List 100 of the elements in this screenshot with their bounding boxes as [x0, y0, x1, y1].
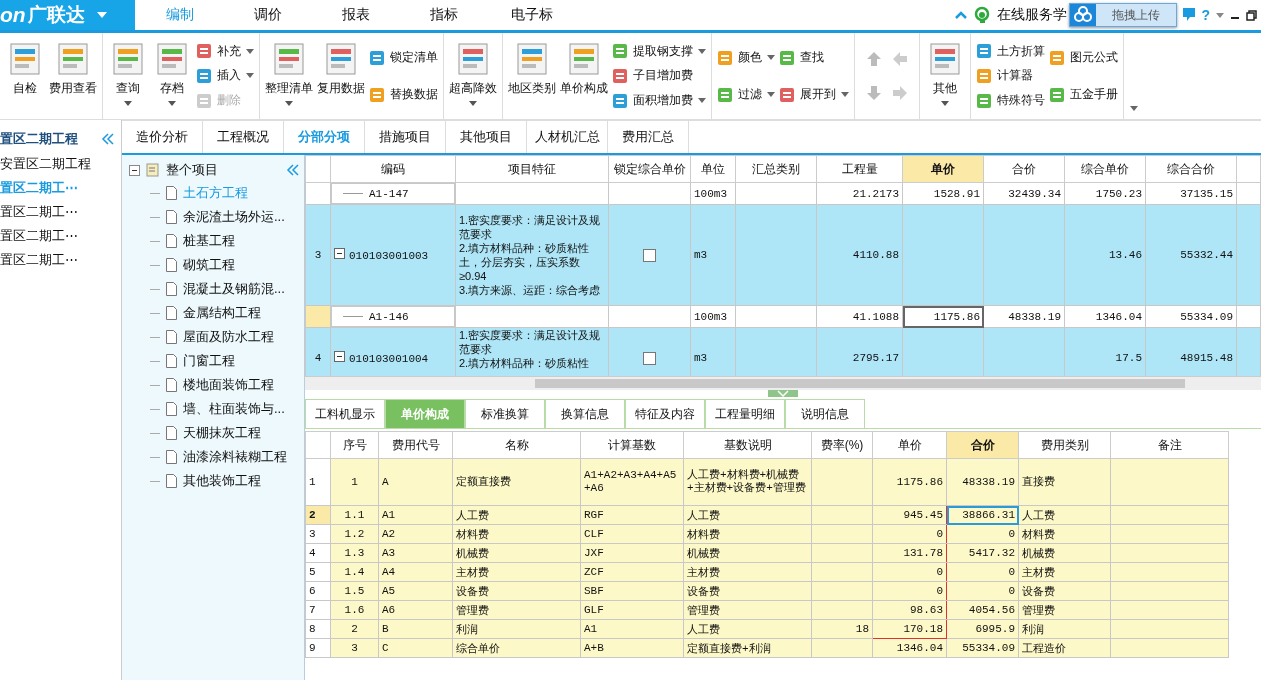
column-header[interactable]: 项目特征 [455, 155, 609, 183]
column-header[interactable]: 单价 [902, 155, 984, 183]
column-header[interactable]: 基数说明 [683, 431, 812, 459]
ribbon-button[interactable]: 补充 [196, 42, 254, 60]
project-item[interactable]: 置区二期工⋯ [0, 248, 121, 272]
chevron-up-icon[interactable] [955, 11, 968, 19]
tree-item[interactable]: 门窗工程 [183, 352, 235, 370]
column-header[interactable]: 序号 [330, 431, 379, 459]
ribbon-button[interactable]: 复用数据 [317, 37, 365, 115]
tab[interactable]: 标准换算 [465, 399, 545, 428]
ribbon-button[interactable]: 替换数据 [369, 86, 438, 103]
caret-icon[interactable] [841, 92, 849, 97]
project-item[interactable]: 置区二期工⋯ [0, 200, 121, 224]
ribbon-button[interactable]: 锁定清单 [369, 49, 438, 66]
tree-item[interactable]: 楼地面装饰工程 [183, 376, 274, 394]
caret-icon[interactable] [698, 48, 706, 54]
collapse-icon[interactable] [334, 248, 345, 259]
ribbon-button[interactable]: 颜色 [717, 49, 775, 66]
tree-item[interactable]: 油漆涂料裱糊工程 [183, 448, 287, 466]
tree-item[interactable]: 混凝土及钢筋混... [183, 280, 285, 298]
ribbon-button[interactable]: 单价构成 [560, 37, 608, 115]
scrollbar[interactable] [305, 376, 1261, 390]
column-header[interactable]: 单位 [690, 155, 736, 183]
ribbon-button[interactable]: 提取钢支撑 [612, 42, 706, 60]
checkbox[interactable] [643, 351, 656, 365]
caret-icon[interactable] [285, 101, 293, 106]
collapse-icon[interactable] [334, 351, 345, 362]
caret-icon[interactable] [1130, 106, 1138, 111]
ribbon-button[interactable]: 超高降效 [449, 37, 497, 115]
tree-item[interactable]: 桩基工程 [183, 232, 235, 250]
tab[interactable]: 工程量明细 [705, 399, 785, 428]
tab[interactable]: 说明信息 [785, 399, 865, 428]
caret-icon[interactable] [1216, 12, 1224, 18]
tree-item[interactable]: 其他装饰工程 [183, 472, 261, 490]
collapse-icon[interactable] [129, 164, 140, 176]
ribbon-button[interactable]: 过滤 [717, 86, 775, 103]
tree-item[interactable]: 金属结构工程 [183, 304, 261, 322]
tree-item[interactable]: 屋面及防水工程 [183, 328, 274, 346]
column-header[interactable]: 计算基数 [580, 431, 684, 459]
caret-icon[interactable] [767, 55, 775, 60]
tree-item[interactable]: 整个项目 [166, 161, 218, 179]
restore-icon[interactable] [1246, 9, 1257, 21]
ribbon-button[interactable]: 插入 [196, 67, 254, 85]
tab[interactable]: 人材机汇总 [527, 121, 608, 153]
column-header[interactable]: 费用类别 [1018, 431, 1111, 459]
ribbon-button[interactable]: 面积增加费 [612, 92, 706, 110]
ribbon-button[interactable]: 展开到 [779, 86, 849, 103]
tree-item[interactable]: 天棚抹灰工程 [183, 424, 261, 442]
ribbon-button[interactable]: 自检 [5, 37, 45, 115]
tab[interactable]: 造价分析 [122, 121, 203, 153]
caret-icon[interactable] [469, 101, 477, 106]
column-header[interactable]: 费率(%) [811, 431, 873, 459]
ribbon-button[interactable]: 查询 [108, 37, 148, 115]
column-header[interactable]: 费用代号 [378, 431, 453, 459]
ribbon-button[interactable]: 存档 [152, 37, 192, 115]
menu-tab[interactable]: 电子标 [493, 0, 571, 30]
caret-icon[interactable] [698, 98, 706, 104]
row-number[interactable]: 1 [305, 458, 331, 506]
online-service-link[interactable]: 在线服务学 [997, 6, 1068, 24]
ribbon-button[interactable]: 地区类别 [508, 37, 556, 115]
caret-icon[interactable] [941, 101, 949, 106]
ribbon-button[interactable]: 其他 [925, 37, 965, 115]
menu-tab[interactable]: 报表 [317, 0, 395, 30]
tab[interactable]: 其他项目 [446, 121, 527, 153]
ribbon-button[interactable]: 图元公式 [1049, 49, 1118, 66]
tab[interactable]: 特征及内容 [625, 399, 705, 428]
upload-button[interactable]: 拖拽上传 [1069, 3, 1178, 27]
ribbon-button[interactable]: 费用查看 [49, 37, 97, 115]
column-header[interactable]: 单价 [872, 431, 947, 459]
tab[interactable]: 换算信息 [545, 399, 625, 428]
tab[interactable]: 费用汇总 [608, 121, 689, 153]
tab[interactable]: 措施项目 [365, 121, 446, 153]
column-header[interactable]: 合价 [983, 155, 1065, 183]
caret-icon[interactable] [246, 48, 254, 54]
ribbon-button[interactable]: 子目增加费 [612, 67, 706, 85]
tree-item[interactable]: 余泥渣土场外运... [183, 208, 285, 226]
menu-tab[interactable]: 指标 [405, 0, 483, 30]
ribbon-button[interactable]: 计算器 [976, 67, 1045, 85]
column-header[interactable]: 汇总类别 [735, 155, 817, 183]
tree-item[interactable]: 砌筑工程 [183, 256, 235, 274]
project-item[interactable]: 安置区二期工程 [0, 152, 121, 176]
caret-icon[interactable] [168, 101, 176, 106]
column-header[interactable]: 编码 [330, 155, 456, 183]
ribbon-button[interactable]: 特殊符号 [976, 92, 1045, 110]
column-header[interactable]: 工程量 [816, 155, 903, 183]
caret-icon[interactable] [246, 73, 254, 79]
tab[interactable]: 工程概况 [203, 121, 284, 153]
tree-item[interactable]: 墙、柱面装饰与... [183, 400, 285, 418]
project-item[interactable]: 置区二期工⋯ [0, 224, 121, 248]
ribbon-button[interactable]: 五金手册 [1049, 86, 1118, 103]
ribbon-button[interactable]: 查找 [779, 49, 849, 66]
ribbon-button[interactable]: 整理清单 [265, 37, 313, 115]
caret-icon[interactable] [124, 101, 132, 106]
message-icon[interactable] [1183, 8, 1196, 22]
column-header[interactable]: 综合单价 [1064, 155, 1146, 183]
ribbon-button[interactable]: 土方折算 [976, 42, 1045, 60]
column-header[interactable]: 锁定综合单价 [608, 155, 691, 183]
menu-tab[interactable]: 调价 [229, 0, 307, 30]
column-header[interactable]: 合价 [946, 431, 1019, 459]
caret-icon[interactable] [767, 92, 775, 97]
